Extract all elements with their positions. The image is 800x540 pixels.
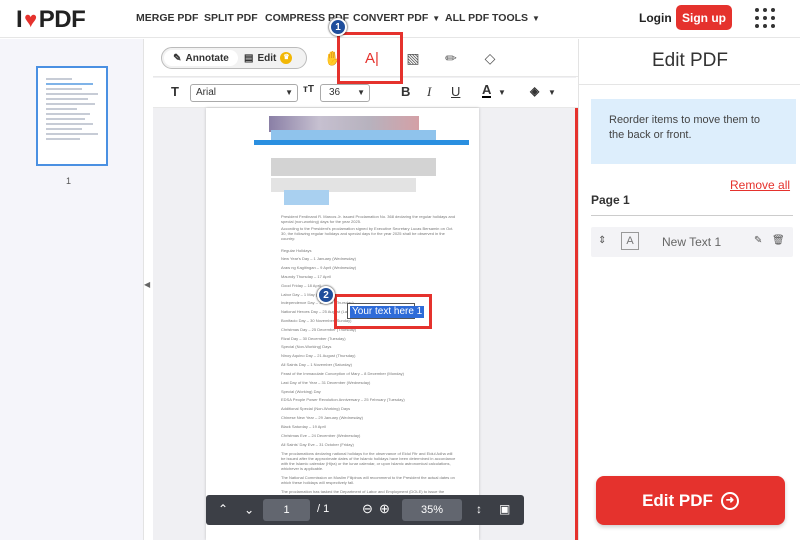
doc-paragraph: Additional Special (Non-Working) Days [281,406,351,411]
edit-pdf-button[interactable]: Edit PDF ➜ [596,476,785,525]
text-color-icon[interactable]: A [482,83,492,98]
doc-paragraph: New Year's Day – 1 January (Wednesday) [281,256,356,261]
font-size-select[interactable]: 36 ▼ [320,84,370,102]
fill-color-icon[interactable]: ◈ [530,84,539,98]
doc-paragraph: All Saints' Day Eve – 31 October (Friday… [281,442,354,447]
pencil-icon: ✎ [173,52,182,64]
page-number-input[interactable]: 1 [263,499,310,521]
thumbnail-page-number: 1 [66,176,72,186]
chevron-down-icon: ▼ [432,14,441,23]
font-size-value: 36 [329,87,341,98]
premium-crown-icon: ♛ [280,52,293,64]
thumbnail-preview [46,78,98,143]
mode-toggle[interactable]: ✎ Annotate ▤ Edit ♛ [161,47,307,69]
nav-all-tools-label: ALL PDF TOOLS [445,12,529,24]
remove-all-link[interactable]: Remove all [730,178,790,192]
edit-mode-button[interactable]: ▤ Edit ♛ [244,50,293,66]
panel-title: Edit PDF [651,50,729,71]
doc-paragraph: Chinese New Year – 29 January (Wednesday… [281,415,363,420]
heart-icon: ♥ [24,7,37,32]
font-family-value: Arial [196,87,217,98]
italic-icon[interactable]: I [427,84,431,100]
page-label: Page 1 [591,193,630,207]
layer-item-label: New Text 1 [662,235,722,249]
divider [579,84,800,85]
signup-button[interactable]: Sign up [676,5,732,30]
font-family-select[interactable]: Arial ▼ [190,84,298,102]
bold-icon[interactable]: B [401,84,410,99]
text-layer-icon: A [621,232,639,250]
pencil-icon[interactable]: ✏ [439,47,463,69]
edit-pdf-label: Edit PDF [642,490,713,510]
doc-paragraph: Christmas Eve – 24 December (Wednesday) [281,433,361,438]
divider [591,215,793,216]
edit-label: Edit [257,52,277,64]
annotate-label: Annotate [185,52,229,64]
page-total: / 1 [317,503,330,515]
doc-paragraph: Special (Working) Day [281,389,321,394]
next-page-icon[interactable]: ⌃ [244,502,254,516]
login-link[interactable]: Login [639,11,672,25]
logo-text-i: I [16,6,23,33]
doc-paragraph: Good Friday – 18 April [281,283,321,288]
text-type-icon: T [171,84,179,99]
page-navigation-bar: ⌃ ⌃ 1 / 1 ⊖ ⊕ 35% ↕ ▣ [206,495,524,525]
doc-paragraph: Black Saturday – 19 April [281,424,326,429]
doc-paragraph: Ninoy Aquino Day – 21 August (Thursday) [281,353,356,358]
page-settings-icon[interactable]: ▣ [499,502,510,516]
apps-grid-icon[interactable] [755,8,775,28]
info-box: Reorder items to move them to the back o… [591,99,796,164]
doc-paragraph: According to the President's proclamatio… [281,226,454,241]
chevron-down-icon[interactable]: ▼ [548,88,556,97]
chevron-down-icon: ▼ [357,88,365,97]
doc-paragraph: Regular Holidays [281,248,312,253]
edit-icon: ▤ [244,52,254,64]
doc-paragraph: Last Day of the Year – 31 December (Wedn… [281,380,371,385]
nav-merge-pdf[interactable]: MERGE PDF [136,12,198,24]
text-box-highlight [334,294,432,329]
underline-icon[interactable]: U [451,84,460,99]
doc-paragraph: Feast of the Immaculate Conception of Ma… [281,371,404,376]
doc-paragraph: EDSA People Power Revolution Anniversary… [281,397,405,402]
add-text-highlight [337,32,403,84]
layer-item[interactable]: ⇕ A New Text 1 ✎ 🗑 [591,227,793,257]
edit-panel: Edit PDF Reorder items to move them to t… [578,39,800,540]
fit-height-icon[interactable]: ↕ [476,502,482,516]
step-badge-2: 2 [317,286,335,304]
nav-convert-pdf[interactable]: CONVERT PDF ▼ [353,12,440,24]
collapse-sidebar-icon[interactable]: ◀ [144,280,150,289]
arrow-right-icon: ➜ [720,491,739,510]
reorder-handle-icon[interactable]: ⇕ [598,235,606,246]
trash-icon[interactable]: 🗑 [772,235,785,246]
edit-icon[interactable]: ✎ [754,235,762,246]
doc-paragraph: Araw ng Kagitingan – 9 April (Wednesday) [281,265,357,270]
previous-page-icon[interactable]: ⌃ [218,502,228,516]
chevron-down-icon: ▼ [285,88,293,97]
ilovepdf-logo[interactable]: I ♥ PDF [16,6,86,34]
font-size-icon: тT [303,84,315,95]
nav-all-pdf-tools[interactable]: ALL PDF TOOLS ▼ [445,12,540,24]
logo-text-pdf: PDF [38,6,86,33]
thumbnail-sidebar: 1 [0,39,144,540]
step-badge-1: 1 [329,18,347,36]
chevron-down-icon: ▼ [532,14,540,23]
doc-paragraph: Rizal Day – 30 December (Tuesday) [281,336,346,341]
doc-paragraph: Maundy Thursday – 17 April [281,274,331,279]
zoom-in-icon[interactable]: ⊕ [379,501,390,517]
zoom-out-icon[interactable]: ⊖ [362,501,373,517]
zoom-level-input[interactable]: 35% [402,499,462,521]
image-icon[interactable]: ▧ [401,47,425,69]
doc-paragraph: President Ferdinand R. Marcos Jr. issued… [281,214,456,224]
annotate-mode-button[interactable]: ✎ Annotate [164,50,238,66]
nav-split-pdf[interactable]: SPLIT PDF [204,12,258,24]
doc-paragraph: Special (Non-Working) Days [281,344,332,349]
shapes-icon[interactable]: ◇ [478,47,502,69]
doc-paragraph: The proclamations declaring national hol… [281,451,456,471]
page-thumbnail[interactable] [36,66,108,166]
chevron-down-icon[interactable]: ▼ [498,88,506,97]
doc-paragraph: The National Commission on Muslim Filipi… [281,475,455,485]
doc-paragraph: All Saints Day – 1 November (Saturday) [281,362,352,367]
nav-convert-label: CONVERT PDF [353,12,429,24]
